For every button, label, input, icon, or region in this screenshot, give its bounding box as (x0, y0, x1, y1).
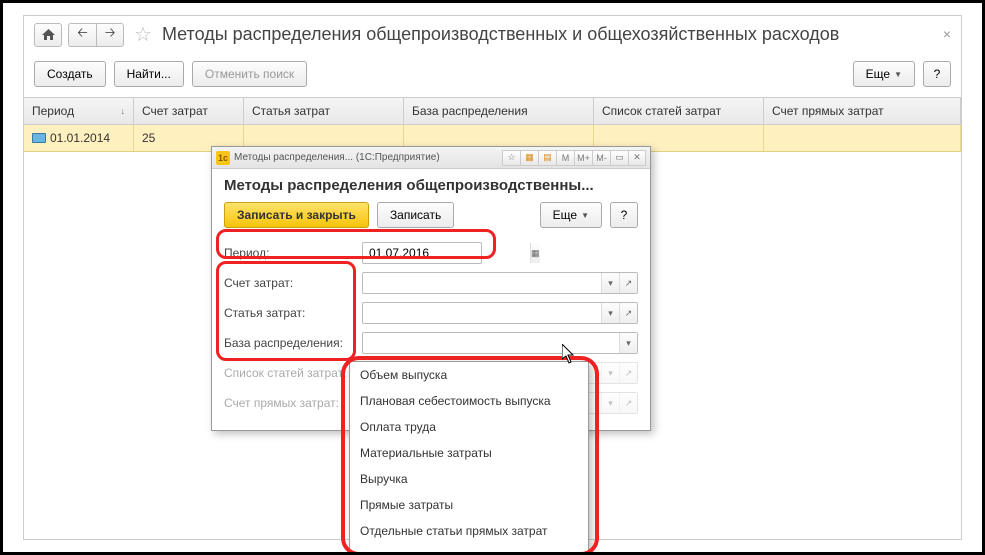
more-button[interactable]: Еще▼ (853, 61, 915, 87)
modal-heading: Методы распределения общепроизводственны… (212, 169, 650, 202)
label-spisok: Список статей затрат: (224, 366, 354, 380)
mt-mminus-icon[interactable]: M- (592, 150, 610, 166)
modal-help-button[interactable]: ? (610, 202, 638, 228)
sort-down-icon: ↓ (121, 106, 126, 116)
back-button[interactable]: 🡠 (68, 23, 96, 47)
col-statya[interactable]: Статья затрат (244, 98, 404, 124)
col-baza[interactable]: База распределения (404, 98, 594, 124)
label-period: Период: (224, 246, 354, 260)
dropdown-option[interactable]: Материальные затраты (350, 440, 588, 466)
mt-min-icon[interactable]: ▭ (610, 150, 628, 166)
mt-grid-icon[interactable]: ▦ (520, 150, 538, 166)
open-icon: ↗ (619, 363, 637, 383)
save-button[interactable]: Записать (377, 202, 454, 228)
create-button[interactable]: Создать (34, 61, 106, 87)
grid-header: Период↓ Счет затрат Статья затрат База р… (24, 97, 961, 125)
chevron-down-icon: ▾ (601, 363, 619, 383)
dropdown-option[interactable]: Выручка (350, 466, 588, 492)
col-spisok[interactable]: Список статей затрат (594, 98, 764, 124)
dropdown-option[interactable]: Плановая себестоимость выпуска (350, 388, 588, 414)
period-input[interactable] (363, 243, 530, 263)
favorite-star-icon[interactable]: ☆ (134, 22, 152, 47)
app-icon: 1c (216, 151, 230, 165)
chevron-down-icon: ▾ (601, 393, 619, 413)
label-schet: Счет затрат: (224, 276, 354, 290)
row-icon (32, 133, 46, 143)
find-button[interactable]: Найти... (114, 61, 184, 87)
mt-fav-icon[interactable]: ☆ (502, 150, 520, 166)
mt-calc-icon[interactable]: ▤ (538, 150, 556, 166)
calendar-icon[interactable]: ▦ (530, 243, 540, 263)
schet-input[interactable] (363, 273, 601, 293)
mt-mplus-icon[interactable]: M+ (574, 150, 592, 166)
dropdown-option[interactable]: Не распределяется (350, 544, 588, 555)
open-icon[interactable]: ↗ (619, 273, 637, 293)
dropdown-option[interactable]: Объем выпуска (350, 362, 588, 388)
chevron-down-icon[interactable]: ▾ (619, 333, 637, 353)
modal-titlebar-text: Методы распределения... (1С:Предприятие) (234, 152, 440, 163)
save-close-button[interactable]: Записать и закрыть (224, 202, 369, 228)
home-button[interactable] (34, 23, 62, 47)
mt-m-icon[interactable]: M (556, 150, 574, 166)
main-close-icon[interactable]: × (943, 26, 951, 42)
open-icon[interactable]: ↗ (619, 303, 637, 323)
label-pryam: Счет прямых затрат: (224, 396, 354, 410)
col-schet[interactable]: Счет затрат (134, 98, 244, 124)
page-title: Методы распределения общепроизводственны… (162, 24, 839, 45)
chevron-down-icon: ▼ (581, 211, 589, 220)
help-button[interactable]: ? (923, 61, 951, 87)
baza-input[interactable] (363, 333, 619, 353)
dropdown-option[interactable]: Отдельные статьи прямых затрат (350, 518, 588, 544)
label-statya: Статья затрат: (224, 306, 354, 320)
dropdown-option[interactable]: Прямые затраты (350, 492, 588, 518)
modal-more-button[interactable]: Еще▼ (540, 202, 602, 228)
baza-dropdown: Объем выпуска Плановая себестоимость вып… (349, 361, 589, 555)
chevron-down-icon: ▼ (894, 70, 902, 79)
dropdown-option[interactable]: Оплата труда (350, 414, 588, 440)
col-pryam[interactable]: Счет прямых затрат (764, 98, 961, 124)
col-period[interactable]: Период↓ (24, 98, 134, 124)
mt-close-icon[interactable]: ✕ (628, 150, 646, 166)
chevron-down-icon[interactable]: ▾ (601, 273, 619, 293)
open-icon: ↗ (619, 393, 637, 413)
cancel-find-button[interactable]: Отменить поиск (192, 61, 307, 87)
label-baza: База распределения: (224, 336, 354, 350)
chevron-down-icon[interactable]: ▾ (601, 303, 619, 323)
statya-input[interactable] (363, 303, 601, 323)
forward-button[interactable]: 🡢 (96, 23, 124, 47)
